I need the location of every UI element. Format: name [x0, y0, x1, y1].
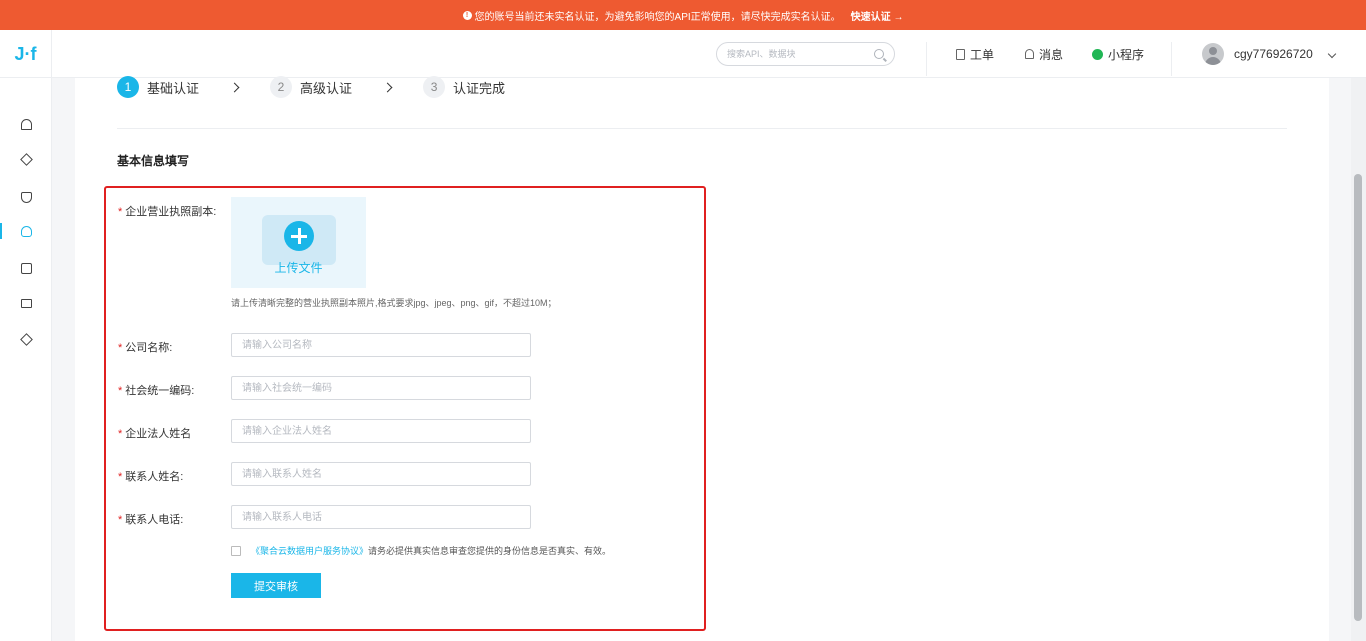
main-content: 1 基础认证 2 高级认证 3 认证完成 基本信息填写 * 企业营业执照副本: 上… — [75, 76, 1329, 641]
contact-name-input[interactable] — [231, 462, 531, 486]
contact-name-label: * 联系人姓名: — [118, 471, 184, 483]
company-name-label: * 公司名称: — [118, 342, 173, 354]
plus-icon — [284, 221, 314, 251]
stack-icon — [19, 332, 33, 346]
step-complete: 3 认证完成 — [423, 76, 505, 98]
step-number: 3 — [423, 76, 446, 98]
header-divider — [1171, 42, 1172, 76]
username: cgy776926720 — [1234, 47, 1313, 61]
steps-bar: 1 基础认证 2 高级认证 3 认证完成 — [117, 76, 505, 98]
user-icon — [20, 225, 32, 237]
miniprogram-button[interactable]: 小程序 — [1092, 30, 1144, 78]
avatar — [1202, 43, 1224, 65]
agreement-link[interactable]: 《聚合云数据用户服务协议》 — [251, 544, 368, 557]
sidebar-item-home[interactable] — [0, 112, 52, 136]
logo[interactable]: J·f — [0, 30, 52, 78]
step-label: 基础认证 — [147, 80, 200, 96]
sidebar-item-security[interactable] — [0, 185, 52, 209]
verification-banner: ! 您的账号当前还未实名认证，为避免影响您的API正常使用，请尽快完成实名认证。… — [0, 0, 1366, 30]
top-header: J·f 工单 消息 小程序 cgy776926720 — [0, 30, 1366, 78]
contact-phone-input[interactable] — [231, 505, 531, 529]
search-box — [716, 42, 895, 66]
chevron-right-icon — [382, 82, 393, 92]
header-divider — [926, 42, 927, 76]
step-number: 1 — [117, 76, 139, 98]
sidebar — [0, 78, 52, 641]
step-advanced: 2 高级认证 — [270, 76, 352, 98]
credit-code-input[interactable] — [231, 376, 531, 400]
chevron-right-icon — [229, 82, 240, 92]
shield-icon — [20, 191, 32, 203]
legal-person-input[interactable] — [231, 419, 531, 443]
ticket-icon — [956, 48, 965, 60]
agreement-text: 请务必提供真实信息审查您提供的身份信息是否真实、有效。 — [368, 546, 612, 556]
divider — [117, 128, 1287, 129]
warning-icon: ! — [462, 10, 472, 20]
quick-verify-link[interactable]: 快速认证 → — [851, 8, 904, 23]
upload-hint: 请上传清晰完整的营业执照副本照片,格式要求jpg、jpeg、png、gif，不超… — [231, 298, 557, 308]
messages-button[interactable]: 消息 — [1025, 30, 1063, 78]
scrollbar-thumb[interactable] — [1354, 174, 1362, 621]
sidebar-item-briefcase[interactable] — [0, 291, 52, 315]
banner-message: 您的账号当前还未实名认证，为避免影响您的API正常使用，请尽快完成实名认证。 — [474, 11, 841, 23]
ticket-button[interactable]: 工单 — [956, 30, 994, 78]
miniprogram-icon — [1092, 48, 1103, 60]
ticket-label: 工单 — [970, 47, 995, 62]
credit-code-label: * 社会统一编码: — [118, 385, 195, 397]
scrollbar[interactable] — [1351, 78, 1366, 641]
step-label: 高级认证 — [300, 80, 353, 96]
sidebar-item-user[interactable] — [0, 219, 52, 243]
step-label: 认证完成 — [453, 80, 506, 96]
search-input[interactable] — [727, 49, 874, 59]
sidebar-item-documents[interactable] — [0, 256, 52, 280]
briefcase-icon — [20, 298, 32, 308]
user-menu[interactable]: cgy776926720 — [1202, 30, 1313, 78]
document-icon — [20, 262, 32, 274]
miniprogram-label: 小程序 — [1108, 47, 1145, 62]
legal-person-label: * 企业法人姓名 — [118, 428, 192, 440]
messages-label: 消息 — [1039, 47, 1064, 62]
sidebar-item-layers[interactable] — [0, 147, 52, 171]
agreement-checkbox[interactable] — [231, 545, 241, 556]
section-title: 基本信息填写 — [117, 154, 190, 168]
company-name-input[interactable] — [231, 333, 531, 357]
license-label: * 企业营业执照副本: — [118, 206, 217, 218]
agreement-row: 《聚合云数据用户服务协议》 请务必提供真实信息审查您提供的身份信息是否真实、有效… — [231, 544, 611, 557]
verification-form: * 企业营业执照副本: 上传文件 请上传清晰完整的营业执照副本照片,格式要求jpg… — [104, 186, 706, 631]
home-icon — [20, 118, 32, 130]
upload-area[interactable]: 上传文件 — [231, 197, 366, 288]
layers-icon — [19, 152, 33, 166]
step-basic: 1 基础认证 — [117, 76, 199, 98]
submit-button[interactable]: 提交审核 — [231, 573, 321, 598]
bell-icon — [1025, 49, 1034, 59]
contact-phone-label: * 联系人电话: — [118, 514, 184, 526]
sidebar-item-stack[interactable] — [0, 327, 52, 351]
step-number: 2 — [270, 76, 293, 98]
upload-label: 上传文件 — [274, 261, 323, 275]
search-icon[interactable] — [874, 49, 884, 59]
